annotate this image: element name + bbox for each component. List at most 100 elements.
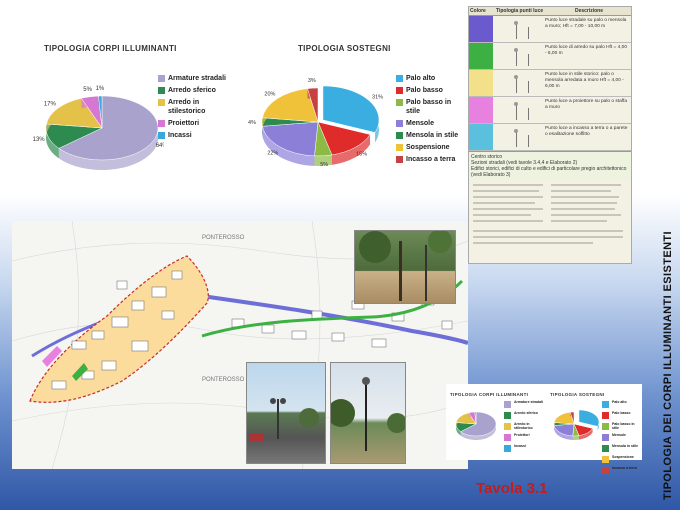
legend-item: Armature stradali — [504, 400, 544, 408]
legend-extra-3: Edifici storici, edifici di culto e edif… — [471, 166, 627, 178]
legend-label: Palo basso — [406, 87, 443, 94]
legend-label: Armature stradali — [168, 75, 226, 82]
mini-chart-2-pie — [553, 409, 600, 440]
legend-item: Palo alto — [396, 74, 466, 83]
legend-desc: Punto luce in stile storico: palo o mens… — [545, 72, 624, 89]
legend-label: Incassi — [514, 444, 526, 448]
legend-item: Palo basso in stile — [396, 98, 466, 116]
legend-label: Palo alto — [612, 400, 627, 404]
legend-label: Armature stradali — [514, 400, 543, 404]
legend-swatch — [396, 87, 403, 94]
legend-item: Sospensione — [396, 143, 466, 152]
legend-label: Arredo in stilestorico — [168, 99, 206, 115]
pie-slice-side — [572, 435, 579, 440]
legend-label: Proiettori — [168, 120, 200, 127]
legend-swatch — [602, 434, 609, 441]
legend-swatch — [504, 401, 511, 408]
mini-chart-1-pie — [455, 411, 497, 440]
legend-item: Proiettori — [504, 433, 544, 441]
col-descrizione: Descrizione — [574, 8, 604, 14]
legend-swatch — [602, 467, 609, 474]
lamp-icon — [493, 97, 543, 123]
pie-label-2: 17% — [44, 101, 57, 107]
mini-charts-panel: TIPOLOGIA CORPI ILLUMINANTI Armature str… — [446, 384, 642, 474]
legend-desc: Punto luce stradale su palo o mensola a … — [545, 18, 627, 29]
photo-lamp — [330, 362, 406, 464]
legend-item: Incassi — [504, 444, 544, 452]
pie-label-5: 20% — [264, 91, 275, 97]
pie-label-1: 15% — [356, 152, 367, 158]
legend-text-block — [473, 184, 623, 244]
mini-chart-1-title: TIPOLOGIA CORPI ILLUMINANTI — [450, 392, 529, 397]
legend-label: Mensola in stile — [406, 132, 459, 139]
legend-label: Proiettori — [514, 433, 530, 437]
legend-item: Palo alto — [602, 400, 642, 408]
pie-label-3: 22% — [267, 151, 278, 157]
mini-chart-1-legend: Armature stradali Arredo sferico Arredo in… — [504, 400, 544, 455]
legend-swatch — [158, 120, 165, 127]
legend-item: Mensole — [602, 433, 642, 441]
legend-color-cell — [469, 97, 493, 123]
legend-item: Incassi — [158, 131, 238, 140]
legend-table-row: Punto luce in stile storico: palo o mens… — [469, 70, 631, 97]
legend-label: Mensole — [406, 120, 435, 127]
pie-slice-0 — [578, 409, 600, 427]
legend-swatch — [158, 87, 165, 94]
legend-label: Mensole — [612, 433, 627, 437]
legend-swatch — [504, 434, 511, 441]
pie-label-1: 13% — [33, 137, 46, 143]
legend-desc: Punto luce a incasso a terra o a parete … — [545, 126, 628, 137]
legend-table: Colore Tipologia punti luce Descrizione … — [468, 6, 632, 264]
chart-1-pie: 64% 13% 17% 5% 1% — [33, 86, 164, 170]
legend-table-row: Punto luce stradale su palo o mensola a … — [469, 16, 631, 43]
legend-swatch — [504, 412, 511, 419]
legend-item: Arredo sferico — [158, 86, 238, 95]
col-tipologia: Tipologia punti luce — [496, 8, 544, 14]
legend-item: Proiettori — [158, 119, 238, 128]
legend-swatch — [504, 445, 511, 452]
pie-label-4: 4% — [248, 120, 256, 126]
legend-label: Mensola in stile — [612, 444, 639, 448]
legend-item: Mensola in stile — [602, 444, 642, 452]
map-label-1: PONTEROSSO — [202, 235, 245, 241]
lamp-icon — [493, 16, 543, 42]
legend-item: Palo basso in stile — [602, 422, 642, 430]
legend-swatch — [396, 156, 403, 163]
chart-2-legend: Palo alto Palo basso Palo basso in stile Me… — [396, 74, 466, 167]
photo-street — [246, 362, 326, 464]
pie-label-6: 3% — [308, 78, 316, 84]
mini-chart-2-title: TIPOLOGIA SOSTEGNI — [550, 392, 605, 397]
legend-label: Sospensione — [406, 144, 450, 151]
legend-swatch — [158, 75, 165, 82]
legend-swatch — [396, 132, 403, 139]
legend-desc: Punto luce a proiettore su palo o staffa… — [545, 99, 628, 110]
legend-label: Incasso a terra — [612, 466, 637, 470]
legend-item: Arredo sferico — [504, 411, 544, 419]
pie-label-4: 1% — [96, 86, 105, 92]
mini-chart-2-legend: Palo alto Palo basso Palo basso in stile Me… — [602, 400, 642, 477]
legend-label: Arredo sferico — [514, 411, 538, 415]
pie-label-0: 64% — [156, 143, 164, 149]
pie-label-2: 5% — [320, 162, 328, 168]
legend-table-row: Punto luce a incasso a terra o a parete … — [469, 124, 631, 151]
legend-item: Incasso a terra — [396, 155, 466, 164]
legend-label: Incassi — [168, 132, 192, 139]
legend-item: Mensole — [396, 119, 466, 128]
legend-swatch — [396, 75, 403, 82]
legend-label: Incasso a terra — [406, 156, 456, 163]
lamp-icon — [493, 124, 543, 150]
legend-color-cell — [469, 16, 493, 42]
legend-swatch — [396, 120, 403, 127]
photo-garden — [354, 230, 456, 304]
legend-label: Arredo sferico — [168, 87, 216, 94]
legend-table-row: Punto luce di arredo su palo Hft = 4,00 … — [469, 43, 631, 70]
legend-item: Incasso a terra — [602, 466, 642, 474]
legend-color-cell — [469, 43, 493, 69]
legend-item: Mensola in stile — [396, 131, 466, 140]
legend-swatch — [602, 456, 609, 463]
chart-2-title: TIPOLOGIA SOSTEGNI — [298, 44, 391, 53]
side-title: TIPOLOGIA DEI CORPI ILLUMINANTI ESISTENT… — [662, 231, 674, 500]
chart-1-legend: Armature stradali Arredo sferico Arredo in… — [158, 74, 238, 143]
lamp-icon — [493, 70, 543, 96]
legend-item: Palo basso — [602, 411, 642, 419]
